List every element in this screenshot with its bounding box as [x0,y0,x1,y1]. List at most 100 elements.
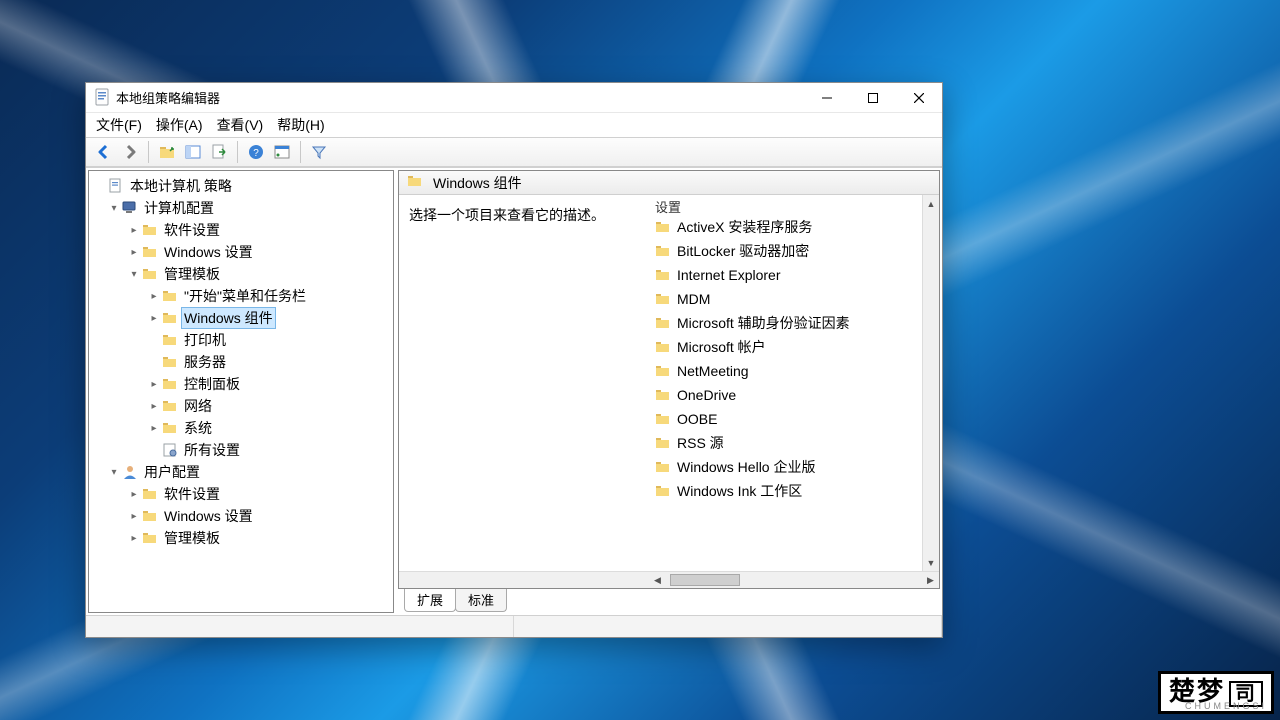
menubar: 文件(F) 操作(A) 查看(V) 帮助(H) [86,113,942,137]
maximize-button[interactable] [850,83,896,112]
horizontal-scrollbar[interactable]: ◀ ▶ [399,571,939,588]
list-item[interactable]: Internet Explorer [649,263,922,287]
items-list: ActiveX 安装程序服务 BitLocker 驱动器加密 Internet Ex… [649,215,922,503]
tree-windows-components[interactable]: ▸Windows 组件 [91,307,391,329]
scroll-down-arrow[interactable]: ▼ [923,554,939,571]
tree-user-config[interactable]: ▾用户配置 [91,461,391,483]
tree-user-admin[interactable]: ▸管理模板 [91,527,391,549]
list-item-label: RSS 源 [677,433,724,453]
folder-icon [655,315,671,331]
list-item[interactable]: Microsoft 帐户 [649,335,922,359]
tree-pane[interactable]: ▸ 本地计算机 策略 ▾ 计算机配置 ▸软件设置 [88,170,394,613]
tree-computer-config[interactable]: ▾ 计算机配置 [91,197,391,219]
folder-icon [655,459,671,475]
list-item[interactable]: OOBE [649,407,922,431]
list-item[interactable]: MDM [649,287,922,311]
folder-icon [141,486,159,502]
folder-icon [655,483,671,499]
list-item-label: ActiveX 安装程序服务 [677,217,812,237]
list-item-label: Windows Hello 企业版 [677,457,815,477]
list-item[interactable]: RSS 源 [649,431,922,455]
folder-icon [161,354,179,370]
tab-extended[interactable]: 扩展 [404,589,456,612]
close-button[interactable] [896,83,942,112]
description-prompt: 选择一个项目来查看它的描述。 [409,207,605,223]
folder-icon [655,219,671,235]
folder-icon [655,243,671,259]
tree-user-windows[interactable]: ▸Windows 设置 [91,505,391,527]
tree-server[interactable]: ▸服务器 [91,351,391,373]
list-item[interactable]: Microsoft 辅助身份验证因素 [649,311,922,335]
folder-icon [161,288,179,304]
folder-icon [655,387,671,403]
list-item[interactable]: OneDrive [649,383,922,407]
folder-icon [655,363,671,379]
gpedit-window: 本地组策略编辑器 文件(F) 操作(A) 查看(V) 帮助(H) ? [85,82,943,638]
tree-control-panel[interactable]: ▸控制面板 [91,373,391,395]
scroll-thumb[interactable] [670,574,740,586]
tree-system[interactable]: ▸系统 [91,417,391,439]
scroll-right-arrow[interactable]: ▶ [922,572,939,588]
menu-help[interactable]: 帮助(H) [277,115,324,135]
folder-icon [141,244,159,260]
tree-printers[interactable]: ▸打印机 [91,329,391,351]
list-item-label: OOBE [677,411,717,427]
tree-start-taskbar[interactable]: ▸"开始"菜单和任务栏 [91,285,391,307]
folder-icon [161,420,179,436]
folder-icon [141,530,159,546]
toolbar: ? [86,137,942,167]
list-item-label: NetMeeting [677,363,749,379]
list-item[interactable]: ActiveX 安装程序服务 [649,215,922,239]
tab-standard[interactable]: 标准 [455,589,507,612]
list-item-label: OneDrive [677,387,736,403]
list-item-label: Microsoft 帐户 [677,337,766,357]
folder-icon [407,173,423,192]
list-item[interactable]: Windows Hello 企业版 [649,455,922,479]
list-item[interactable]: Windows Ink 工作区 [649,479,922,503]
list-item-label: Internet Explorer [677,267,781,283]
folder-icon [141,266,159,282]
tree-root[interactable]: ▸ 本地计算机 策略 [91,175,391,197]
view-tabs: 扩展 标准 [398,589,940,613]
filter-button[interactable] [307,140,331,164]
export-button[interactable] [207,140,231,164]
show-hide-tree-button[interactable] [181,140,205,164]
content-area: ▸ 本地计算机 策略 ▾ 计算机配置 ▸软件设置 [86,167,942,615]
titlebar[interactable]: 本地组策略编辑器 [86,83,942,113]
tree-user-software[interactable]: ▸软件设置 [91,483,391,505]
nav-back-button[interactable] [92,140,116,164]
window-title: 本地组策略编辑器 [116,88,804,107]
folder-icon [141,222,159,238]
menu-action[interactable]: 操作(A) [156,115,203,135]
menu-file[interactable]: 文件(F) [96,115,142,135]
folder-icon [655,291,671,307]
properties-button[interactable] [270,140,294,164]
scroll-left-arrow[interactable]: ◀ [649,572,666,588]
tree-software-settings[interactable]: ▸软件设置 [91,219,391,241]
help-button[interactable]: ? [244,140,268,164]
details-header-title: Windows 组件 [433,173,522,193]
folder-icon [655,339,671,355]
folder-icon [141,508,159,524]
list-item[interactable]: BitLocker 驱动器加密 [649,239,922,263]
details-pane: Windows 组件 选择一个项目来查看它的描述。 设置 ActiveX 安装程… [398,170,940,613]
minimize-button[interactable] [804,83,850,112]
up-button[interactable] [155,140,179,164]
nav-forward-button[interactable] [118,140,142,164]
column-header-settings[interactable]: 设置 [649,195,922,215]
user-icon [121,464,139,480]
scroll-up-arrow[interactable]: ▲ [923,195,939,212]
list-item[interactable]: NetMeeting [649,359,922,383]
tree-network[interactable]: ▸网络 [91,395,391,417]
list-item-label: BitLocker 驱动器加密 [677,241,809,261]
folder-icon [161,398,179,414]
vertical-scrollbar[interactable]: ▲ ▼ [922,195,939,571]
watermark: 楚梦司 CHUMENGSI [1158,671,1274,714]
menu-view[interactable]: 查看(V) [217,115,264,135]
tree-admin-templates[interactable]: ▾管理模板 [91,263,391,285]
list-item-label: Microsoft 辅助身份验证因素 [677,313,850,333]
toolbar-separator [148,141,149,163]
tree-all-settings[interactable]: ▸所有设置 [91,439,391,461]
tree-windows-settings[interactable]: ▸Windows 设置 [91,241,391,263]
folder-icon [161,376,179,392]
